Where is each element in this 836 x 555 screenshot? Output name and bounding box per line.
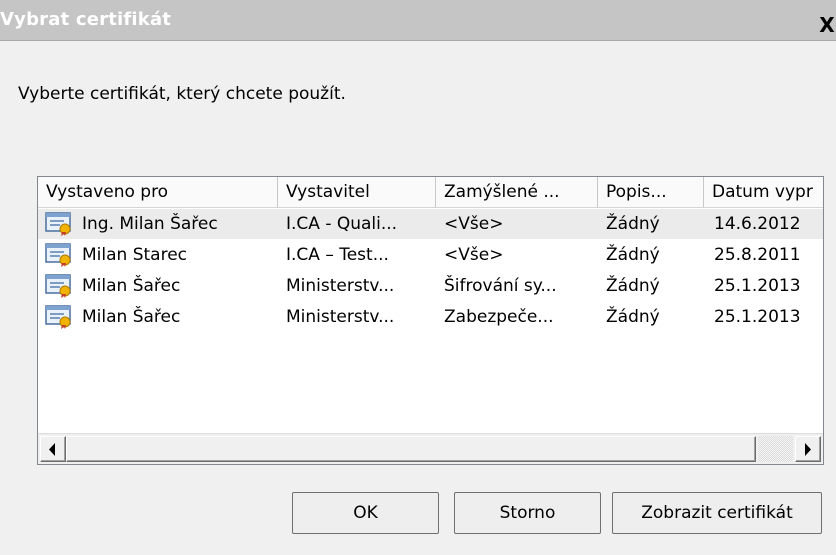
table-row[interactable]: Milan Starec I.CA – Test... <Vše> Žádný 25.8… — [38, 240, 823, 270]
cell-expiry: 14.6.2012 — [714, 214, 801, 234]
close-button[interactable]: X — [814, 12, 836, 38]
certificate-icon — [45, 305, 73, 329]
window-title: Vybrat certifikát — [0, 9, 172, 30]
cell-issuer: Ministerstv... — [286, 276, 395, 296]
arrow-right-icon — [805, 443, 811, 456]
title-bar[interactable]: Vybrat certifikát X — [0, 0, 836, 41]
column-header-description[interactable]: Popis... — [598, 177, 704, 207]
cell-issued-to: Milan Šařec — [82, 276, 181, 296]
horizontal-scrollbar[interactable] — [38, 433, 823, 464]
list-header: Vystaveno pro Vystavitel Zamýšlené ... P… — [38, 177, 823, 208]
scrollbar-thumb[interactable] — [66, 436, 756, 462]
cell-issuer: I.CA – Test... — [286, 245, 389, 265]
column-header-issued-to[interactable]: Vystaveno pro — [38, 177, 278, 207]
column-header-expiry[interactable]: Datum vypr — [704, 177, 823, 207]
cell-description: Žádný — [606, 214, 660, 234]
table-row[interactable]: Ing. Milan Šařec I.CA - Quali... <Vše> Žádn… — [38, 209, 823, 239]
scrollbar-track[interactable] — [758, 436, 793, 462]
cell-issuer: Ministerstv... — [286, 307, 395, 327]
cell-issued-to: Milan Šařec — [82, 307, 181, 327]
cell-expiry: 25.1.2013 — [714, 307, 801, 327]
certificate-icon — [45, 212, 73, 236]
scroll-right-button[interactable] — [795, 436, 821, 462]
cell-description: Žádný — [606, 245, 660, 265]
cell-purpose: <Vše> — [444, 245, 504, 265]
cell-description: Žádný — [606, 276, 660, 296]
table-row[interactable]: Milan Šařec Ministerstv... Šifrování sy...… — [38, 271, 823, 301]
column-header-purpose[interactable]: Zamýšlené ... — [436, 177, 598, 207]
cell-purpose: Šifrování sy... — [444, 276, 557, 296]
instruction-text: Vyberte certifikát, který chcete použít. — [18, 84, 346, 104]
cell-purpose: Zabezpeče... — [444, 307, 554, 327]
cancel-button[interactable]: Storno — [454, 492, 601, 534]
view-certificate-button[interactable]: Zobrazit certifikát — [612, 492, 822, 534]
cell-description: Žádný — [606, 307, 660, 327]
arrow-left-icon — [49, 443, 55, 456]
cell-issued-to: Ing. Milan Šařec — [82, 214, 218, 234]
table-row[interactable]: Milan Šařec Ministerstv... Zabezpeče... Žád… — [38, 302, 823, 332]
cell-purpose: <Vše> — [444, 214, 504, 234]
certificate-icon — [45, 274, 73, 298]
certificate-list[interactable]: Vystaveno pro Vystavitel Zamýšlené ... P… — [37, 176, 824, 465]
cell-expiry: 25.1.2013 — [714, 276, 801, 296]
certificate-icon — [45, 243, 73, 267]
scroll-left-button[interactable] — [40, 436, 66, 462]
cell-issuer: I.CA - Quali... — [286, 214, 398, 234]
cell-expiry: 25.8.2011 — [714, 245, 801, 265]
column-header-issuer[interactable]: Vystavitel — [278, 177, 436, 207]
cell-issued-to: Milan Starec — [82, 245, 188, 265]
ok-button[interactable]: OK — [292, 492, 439, 534]
